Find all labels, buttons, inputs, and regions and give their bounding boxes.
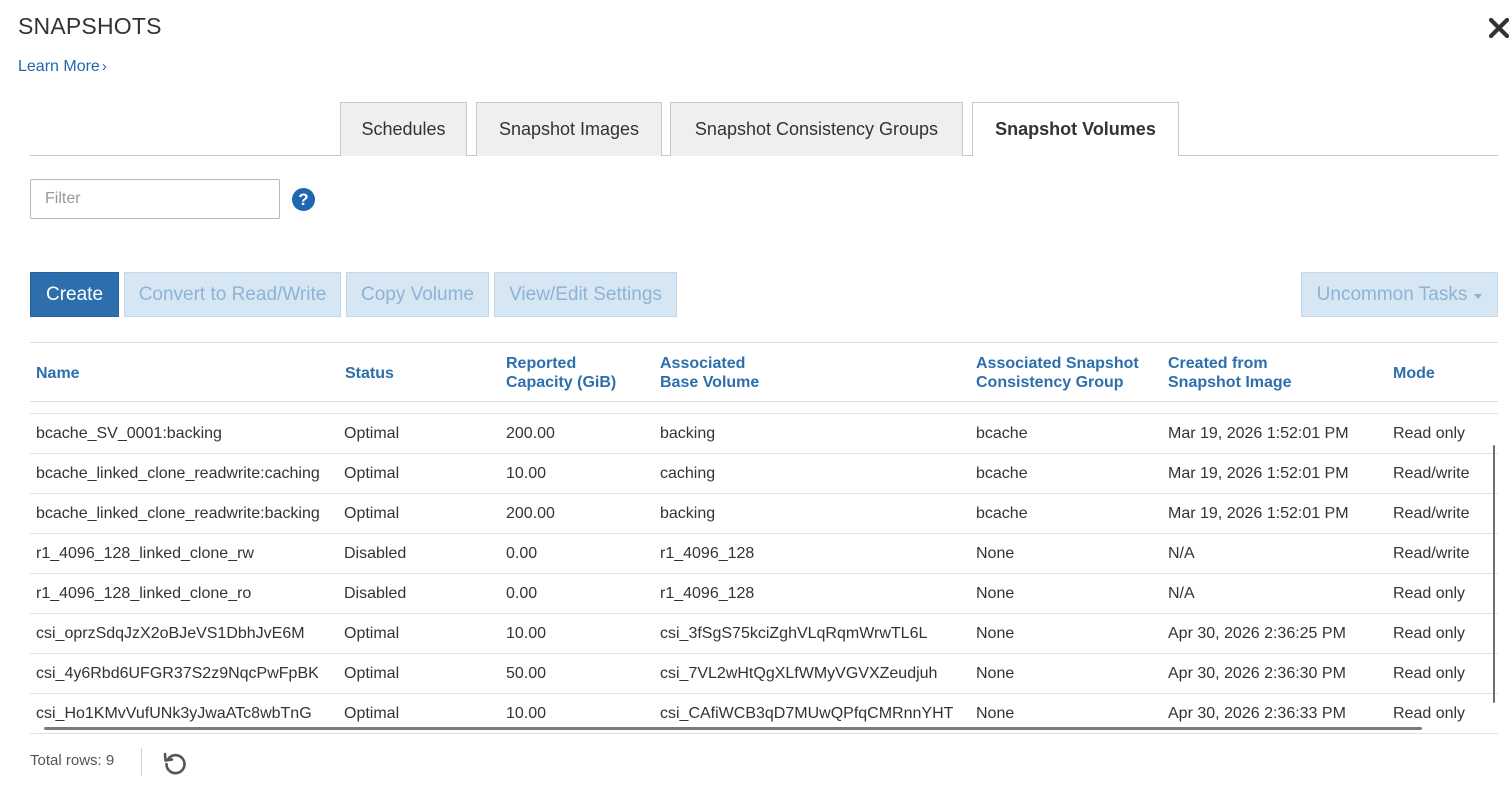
cell-name: bcache_SV_0001:backing xyxy=(36,425,222,442)
refresh-icon xyxy=(163,752,186,775)
cell-base-volume: csi_7VL2wHtQgXLfWMyVGVXZeudjuh xyxy=(660,665,938,682)
convert-to-read-write-button[interactable]: Convert to Read/Write xyxy=(124,272,341,317)
cell-capacity: 50.00 xyxy=(506,665,547,682)
cell-capacity: 200.00 xyxy=(506,505,555,522)
cell-name: bcache_linked_clone_readwrite:caching xyxy=(36,465,320,482)
cell-mode: Read only xyxy=(1393,665,1466,682)
column-header-created-from[interactable]: Created from Snapshot Image xyxy=(1168,343,1292,403)
table-row[interactable]: csi_oprzSdqJzX2oBJeVS1DbhJvE6M Optimal 10.… xyxy=(30,614,1498,654)
table-row[interactable]: csi_4y6Rbd6UFGR37S2z9NqcPwFpBK Optimal 50.… xyxy=(30,654,1498,694)
table-row[interactable]: bcache_SV_0001:backing Optimal 200.00 backi… xyxy=(30,414,1498,454)
cell-mode: Read/write xyxy=(1393,545,1470,562)
column-header-consistency-group[interactable]: Associated Snapshot Consistency Group xyxy=(976,343,1139,403)
cell-mode: Read only xyxy=(1393,585,1466,602)
cell-consistency-group: None xyxy=(976,665,1015,682)
close-icon xyxy=(1488,17,1510,39)
uncommon-tasks-button[interactable]: Uncommon Tasks xyxy=(1301,272,1498,317)
cell-name: csi_4y6Rbd6UFGR37S2z9NqcPwFpBK xyxy=(36,665,319,682)
cell-base-volume: r1_4096_128 xyxy=(660,585,755,602)
chevron-right-icon: › xyxy=(101,58,107,75)
copy-volume-label: Copy Volume xyxy=(360,283,474,305)
cell-created-from: N/A xyxy=(1168,545,1195,562)
cell-status: Optimal xyxy=(344,625,400,642)
snapshot-volumes-table: bcache_SV_0001:cachingOptimal10.00cachin… xyxy=(30,342,1498,735)
cell-name: bcache_linked_clone_readwrite:backing xyxy=(36,505,320,522)
cell-name: r1_4096_128_linked_clone_rw xyxy=(36,545,254,562)
cell-created-from: Mar 19, 2026 1:52:01 PM xyxy=(1168,505,1349,522)
cell-base-volume: backing xyxy=(660,425,716,442)
tab-label: Snapshot Images xyxy=(498,119,640,139)
cell-base-volume: backing xyxy=(660,505,716,522)
cell-base-volume: caching xyxy=(660,465,716,482)
copy-volume-button[interactable]: Copy Volume xyxy=(346,272,489,317)
cell-mode: Read/write xyxy=(1393,465,1470,482)
help-icon[interactable]: ? xyxy=(292,188,315,211)
cell-consistency-group: None xyxy=(976,545,1015,562)
caret-down-icon xyxy=(1474,293,1483,299)
column-header-associated-base-volume[interactable]: Associated Base Volume xyxy=(660,343,759,403)
cell-mode: Read/write xyxy=(1393,505,1470,522)
tab-snapshot-images[interactable]: Snapshot Images xyxy=(476,102,662,156)
table-row[interactable]: r1_4096_128_linked_clone_rw Disabled 0.00 r… xyxy=(30,534,1498,574)
view-edit-label: View/Edit Settings xyxy=(509,283,662,305)
page-title: SNAPSHOTS xyxy=(18,13,162,39)
cell-capacity: 0.00 xyxy=(506,545,538,562)
vertical-scrollbar[interactable] xyxy=(1493,445,1495,703)
cell-created-from: Mar 19, 2026 1:52:01 PM xyxy=(1168,465,1349,482)
convert-button-label: Convert to Read/Write xyxy=(138,283,327,305)
cell-base-volume: r1_4096_128 xyxy=(660,545,755,562)
table-body: bcache_SV_0001:cachingOptimal10.00cachin… xyxy=(30,374,1498,734)
cell-capacity: 10.00 xyxy=(506,625,547,642)
cell-status: Disabled xyxy=(344,585,407,602)
table-row[interactable]: bcache_linked_clone_readwrite:backing Opt… xyxy=(30,494,1498,534)
learn-more-label: Learn More xyxy=(18,58,100,75)
create-button[interactable]: Create xyxy=(30,272,119,317)
cell-name: csi_oprzSdqJzX2oBJeVS1DbhJvE6M xyxy=(36,625,305,642)
cell-status: Optimal xyxy=(344,505,400,522)
cell-created-from: Apr 30, 2026 2:36:25 PM xyxy=(1168,625,1346,642)
column-header-mode[interactable]: Mode xyxy=(1393,343,1435,403)
refresh-button[interactable] xyxy=(161,749,189,777)
cell-status: Optimal xyxy=(344,465,400,482)
tab-snapshot-volumes[interactable]: Snapshot Volumes xyxy=(972,102,1179,156)
total-rows-label: Total rows: 9 xyxy=(30,752,115,769)
filter-input[interactable] xyxy=(30,179,280,219)
cell-capacity: 0.00 xyxy=(506,585,538,602)
cell-capacity: 200.00 xyxy=(506,425,555,442)
tab-schedules[interactable]: Schedules xyxy=(340,102,467,156)
cell-mode: Read only xyxy=(1393,425,1466,442)
cell-created-from: Mar 19, 2026 1:52:01 PM xyxy=(1168,425,1349,442)
tab-label: Schedules xyxy=(361,119,446,139)
cell-mode: Read only xyxy=(1393,625,1466,642)
close-button[interactable] xyxy=(1487,14,1511,42)
table-row[interactable]: bcache_linked_clone_readwrite:caching Opt… xyxy=(30,454,1498,494)
cell-name: r1_4096_128_linked_clone_ro xyxy=(36,585,252,602)
cell-created-from: Apr 30, 2026 2:36:30 PM xyxy=(1168,665,1346,682)
table-row[interactable]: r1_4096_128_linked_clone_ro Disabled 0.00 r… xyxy=(30,574,1498,614)
tab-snapshot-consistency-groups[interactable]: Snapshot Consistency Groups xyxy=(670,102,963,156)
column-header-status[interactable]: Status xyxy=(345,343,394,403)
tab-label: Snapshot Consistency Groups xyxy=(694,119,939,139)
cell-consistency-group: bcache xyxy=(976,465,1028,482)
view-edit-settings-button[interactable]: View/Edit Settings xyxy=(494,272,677,317)
cell-capacity: 10.00 xyxy=(506,465,547,482)
table-header: Name Status Reported Capacity (GiB) Assoc… xyxy=(30,342,1498,402)
cell-base-volume: csi_3fSgS75kciZghVLqRqmWrwTL6L xyxy=(660,625,928,642)
tab-label: Snapshot Volumes xyxy=(995,119,1156,139)
cell-consistency-group: bcache xyxy=(976,425,1028,442)
create-button-label: Create xyxy=(45,283,104,305)
column-header-name[interactable]: Name xyxy=(36,343,80,403)
column-header-reported-capacity[interactable]: Reported Capacity (GiB) xyxy=(506,343,616,403)
cell-created-from: N/A xyxy=(1168,585,1195,602)
horizontal-scrollbar[interactable] xyxy=(44,727,1422,730)
learn-more-link[interactable]: Learn More › xyxy=(18,58,107,76)
cell-consistency-group: bcache xyxy=(976,505,1028,522)
cell-status: Optimal xyxy=(344,425,400,442)
cell-consistency-group: None xyxy=(976,585,1015,602)
cell-status: Disabled xyxy=(344,545,407,562)
footer-divider xyxy=(141,748,142,776)
uncommon-tasks-label: Uncommon Tasks xyxy=(1316,283,1468,305)
cell-consistency-group: None xyxy=(976,625,1015,642)
cell-status: Optimal xyxy=(344,665,400,682)
